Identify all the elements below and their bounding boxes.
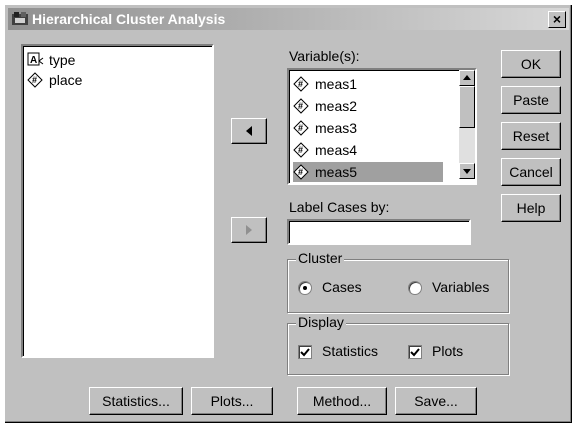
source-variable-list[interactable]: A type # place xyxy=(21,44,214,358)
svg-text:#: # xyxy=(298,79,303,89)
svg-text:#: # xyxy=(298,101,303,111)
close-button[interactable]: × xyxy=(548,11,566,28)
list-item-label: type xyxy=(49,52,76,68)
svg-text:#: # xyxy=(298,145,303,155)
svg-text:A: A xyxy=(30,55,37,66)
variables-scrollbar[interactable] xyxy=(459,70,475,179)
plots-checkbox-label[interactable]: Plots xyxy=(432,343,463,359)
statistics-checkbox[interactable] xyxy=(298,345,312,359)
cluster-group-title: Cluster xyxy=(296,250,345,266)
numeric-variable-icon: # xyxy=(293,164,309,180)
list-item-selected[interactable]: # meas5 xyxy=(293,162,443,182)
list-item-label: meas2 xyxy=(315,98,358,114)
string-variable-icon: A xyxy=(27,52,44,66)
method-button[interactable]: Method... xyxy=(297,387,387,415)
help-button[interactable]: Help xyxy=(501,194,561,222)
svg-text:#: # xyxy=(298,123,303,133)
display-group: Display Statistics Plots xyxy=(287,314,509,375)
cases-radio-label[interactable]: Cases xyxy=(322,279,362,295)
paste-button[interactable]: Paste xyxy=(501,86,561,114)
scroll-thumb[interactable] xyxy=(459,86,475,128)
dialog-window: Hierarchical Cluster Analysis × A type #… xyxy=(4,4,573,424)
label-cases-label: Label Cases by: xyxy=(289,199,390,215)
variables-list[interactable]: # meas1 # meas2 # meas3 # meas4 # meas5 xyxy=(287,68,477,185)
cancel-button[interactable]: Cancel xyxy=(501,158,561,186)
scroll-up-button[interactable] xyxy=(459,70,475,86)
arrow-left-icon xyxy=(246,126,252,136)
scroll-down-button[interactable] xyxy=(459,163,475,179)
numeric-variable-icon: # xyxy=(293,142,309,158)
scroll-down-arrow-icon xyxy=(463,169,471,174)
checkmark-icon xyxy=(300,348,310,357)
variables-label-text: Variable(s): xyxy=(289,48,360,64)
numeric-variable-icon: # xyxy=(27,72,43,88)
list-item-label: meas4 xyxy=(315,142,358,158)
display-group-title: Display xyxy=(296,314,346,330)
list-item[interactable]: # place xyxy=(27,70,207,90)
window-title: Hierarchical Cluster Analysis xyxy=(32,11,226,27)
numeric-variable-icon: # xyxy=(293,98,309,114)
statistics-checkbox-label[interactable]: Statistics xyxy=(322,343,378,359)
ok-button[interactable]: OK xyxy=(501,50,561,78)
move-to-variables-button[interactable] xyxy=(231,118,267,144)
spss-app-icon xyxy=(12,12,28,25)
title-bar: Hierarchical Cluster Analysis × xyxy=(8,8,569,30)
svg-text:#: # xyxy=(298,167,303,177)
scroll-up-arrow-icon xyxy=(463,75,471,80)
plots-checkbox[interactable] xyxy=(408,345,422,359)
label-cases-field[interactable] xyxy=(287,219,471,245)
cases-radio[interactable] xyxy=(298,281,312,295)
cluster-group: Cluster Cases Variables xyxy=(287,250,509,313)
numeric-variable-icon: # xyxy=(293,76,309,92)
variables-radio-label[interactable]: Variables xyxy=(432,279,489,295)
checkmark-icon xyxy=(410,348,420,357)
numeric-variable-icon: # xyxy=(293,120,309,136)
list-item-label: place xyxy=(49,72,83,88)
arrow-right-icon xyxy=(246,225,252,235)
variables-radio[interactable] xyxy=(408,281,422,295)
list-item-label: meas3 xyxy=(315,120,358,136)
save-button[interactable]: Save... xyxy=(395,387,477,415)
list-item[interactable]: A type xyxy=(27,50,207,70)
list-item-label: meas1 xyxy=(315,76,358,92)
plots-button[interactable]: Plots... xyxy=(191,387,273,415)
reset-button[interactable]: Reset xyxy=(501,122,561,150)
list-item-label: meas5 xyxy=(315,164,358,180)
move-to-label-cases-button[interactable] xyxy=(231,217,267,243)
statistics-button[interactable]: Statistics... xyxy=(89,387,183,415)
variables-label: VVariable(s): xyxy=(289,48,360,64)
svg-text:#: # xyxy=(32,75,37,85)
